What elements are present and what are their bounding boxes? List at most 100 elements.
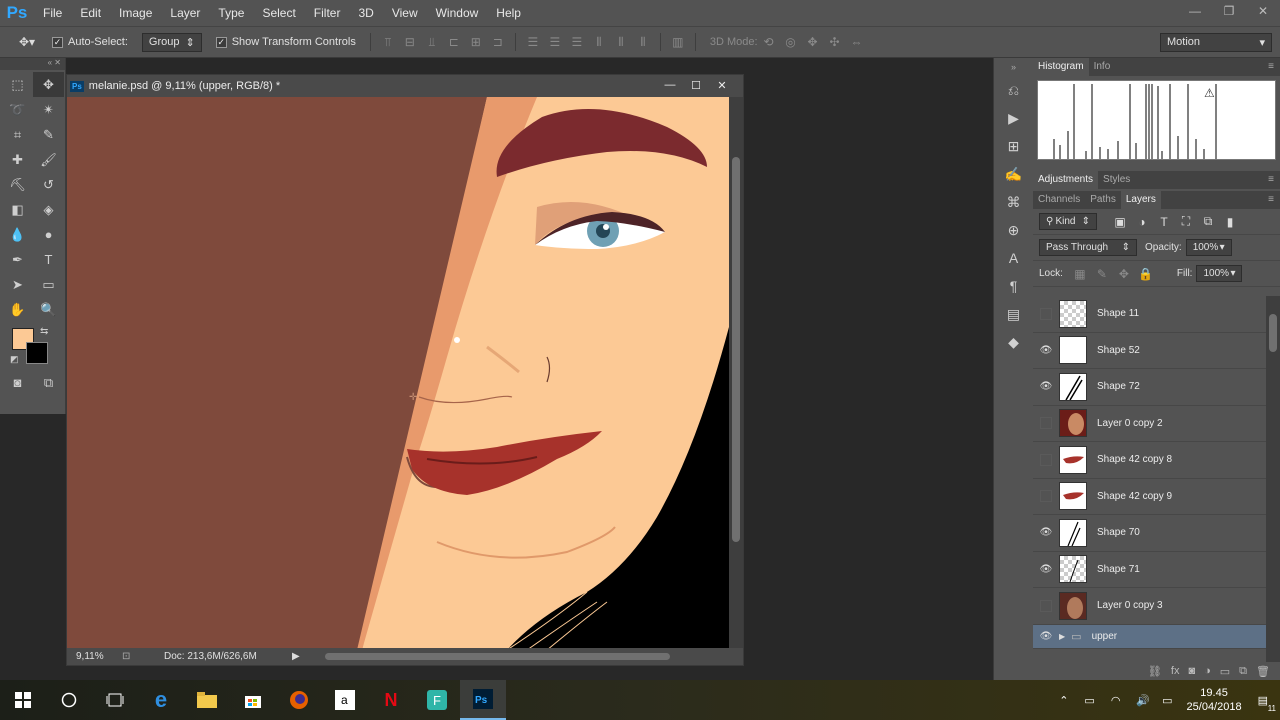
distribute-vcenter-icon[interactable]: ☰ — [546, 35, 564, 49]
task-view-icon[interactable] — [92, 680, 138, 720]
menu-view[interactable]: View — [383, 0, 427, 26]
crop-tool-icon[interactable]: ⌗ — [2, 122, 33, 147]
tab-histogram[interactable]: Histogram — [1033, 58, 1089, 76]
distribute-bottom-icon[interactable]: ☰ — [568, 35, 586, 49]
visibility-toggle[interactable] — [1040, 599, 1052, 612]
layer-row[interactable]: 👁 Shape 70 — [1033, 515, 1266, 552]
3d-scale-icon[interactable]: ⇔ — [848, 35, 866, 49]
lock-all-icon[interactable]: 🔒 — [1137, 267, 1155, 281]
new-layer-icon[interactable]: ⧉ — [1239, 665, 1247, 678]
eyedropper-tool-icon[interactable]: ✎ — [33, 122, 64, 147]
layer-row[interactable]: Shape 11 — [1033, 296, 1266, 333]
zoom-level[interactable]: 9,11% — [76, 651, 122, 662]
default-colors-icon[interactable]: ◩ — [10, 354, 19, 365]
layers-scrollbar[interactable] — [1266, 296, 1280, 662]
brush-presets-icon[interactable]: ⌘ — [994, 188, 1033, 216]
layer-row[interactable]: 👁 Shape 52 — [1033, 332, 1266, 369]
clone-stamp-tool-icon[interactable]: ⛏ — [2, 172, 33, 197]
lock-position-icon[interactable]: ✥ — [1115, 267, 1133, 281]
panel-menu-icon[interactable]: ≡ — [1268, 61, 1274, 72]
distribute-hcenter-icon[interactable]: ⦀ — [612, 35, 630, 49]
quick-mask-icon[interactable]: ◙ — [2, 370, 33, 395]
new-group-icon[interactable]: ▭ — [1220, 665, 1230, 678]
layer-filter-dropdown[interactable]: ⚲ Kind ⇕ — [1039, 213, 1097, 230]
paint-bucket-tool-icon[interactable]: ◈ — [33, 197, 64, 222]
filter-shape-icon[interactable]: ⛶ — [1177, 214, 1195, 229]
menu-3d[interactable]: 3D — [349, 0, 382, 26]
pen-tool-icon[interactable]: ✒ — [2, 247, 33, 272]
menu-window[interactable]: Window — [427, 0, 488, 26]
3d-orbit-icon[interactable]: ⟲ — [760, 35, 778, 49]
horizontal-scroll-thumb[interactable] — [325, 653, 670, 660]
eye-icon[interactable]: 👁 — [1033, 345, 1059, 356]
eye-icon[interactable]: 👁 — [1033, 527, 1059, 538]
background-color-swatch[interactable] — [26, 342, 48, 364]
menu-type[interactable]: Type — [209, 0, 253, 26]
actions-icon[interactable]: ▶ — [994, 104, 1033, 132]
swap-colors-icon[interactable]: ⇆ — [40, 326, 48, 337]
blend-mode-dropdown[interactable]: Pass Through ⇕ — [1039, 239, 1137, 256]
move-tool-icon[interactable]: ✥ — [33, 72, 64, 97]
menu-image[interactable]: Image — [110, 0, 161, 26]
eye-icon[interactable]: 👁 — [1033, 564, 1059, 575]
filter-pixel-icon[interactable]: ▣ — [1111, 215, 1129, 229]
vertical-scroll-thumb[interactable] — [732, 157, 740, 542]
filter-type-icon[interactable]: T — [1155, 215, 1173, 229]
menu-edit[interactable]: Edit — [71, 0, 110, 26]
filter-smart-object-icon[interactable]: ⧉ — [1199, 214, 1217, 229]
add-mask-icon[interactable]: ◙ — [1188, 665, 1195, 677]
layer-row[interactable]: Layer 0 copy 3 — [1033, 588, 1266, 625]
menu-help[interactable]: Help — [487, 0, 530, 26]
visibility-toggle[interactable] — [1040, 490, 1052, 503]
visibility-toggle[interactable] — [1040, 453, 1052, 466]
toolbox-collapse-icon[interactable]: « ✕ — [0, 58, 65, 70]
layer-row[interactable]: 👁 Shape 72 — [1033, 369, 1266, 406]
paragraph-icon[interactable]: ¶ — [994, 272, 1033, 300]
transform-controls-option[interactable]: ✓ Show Transform Controls — [215, 36, 356, 48]
clock[interactable]: 19.45 25/04/2018 — [1187, 686, 1242, 714]
brush-tool-icon[interactable]: 🖌 — [33, 147, 64, 172]
workspace-dropdown[interactable]: Motion ▾ — [1160, 32, 1272, 52]
align-hcenter-icon[interactable]: ⊞ — [467, 35, 485, 49]
align-left-icon[interactable]: ⊏ — [445, 35, 463, 49]
auto-align-icon[interactable]: ▥ — [669, 35, 687, 49]
new-adjustment-icon[interactable]: ◑ — [1204, 665, 1211, 677]
canvas-horizontal-scrollbar[interactable] — [315, 652, 735, 661]
dodge-tool-icon[interactable]: ● — [33, 222, 64, 247]
doc-minimize-button[interactable]: — — [657, 75, 683, 95]
layer-row[interactable]: Shape 42 copy 9 — [1033, 478, 1266, 515]
align-vcenter-icon[interactable]: ⊟ — [401, 35, 419, 49]
auto-select-dropdown[interactable]: Group ⇕ — [141, 32, 202, 52]
history-brush-tool-icon[interactable]: ↺ — [33, 172, 64, 197]
file-explorer-icon[interactable] — [184, 680, 230, 720]
3d-slide-icon[interactable]: ✣ — [826, 35, 844, 49]
store-icon[interactable] — [230, 680, 276, 720]
cortana-search-icon[interactable] — [46, 680, 92, 720]
brush-icon[interactable]: ✍ — [994, 160, 1033, 188]
3d-roll-icon[interactable]: ◎ — [782, 35, 800, 49]
volume-icon[interactable]: 🔊 — [1136, 694, 1150, 707]
menu-file[interactable]: File — [34, 0, 71, 26]
blur-tool-icon[interactable]: 💧 — [2, 222, 33, 247]
wifi-icon[interactable]: ◠ — [1111, 694, 1121, 707]
panel-menu-icon[interactable]: ≡ — [1268, 174, 1274, 185]
align-top-icon[interactable]: ⫪ — [379, 35, 397, 49]
doc-maximize-button[interactable]: ☐ — [683, 75, 709, 95]
type-tool-icon[interactable]: T — [33, 247, 64, 272]
hand-tool-icon[interactable]: ✋ — [2, 297, 33, 322]
distribute-right-icon[interactable]: ⦀ — [634, 35, 652, 49]
expand-panels-icon[interactable]: » — [994, 58, 1033, 76]
lock-pixels-icon[interactable]: ✎ — [1093, 267, 1111, 281]
visibility-toggle[interactable] — [1040, 417, 1052, 430]
amazon-icon[interactable]: a — [322, 680, 368, 720]
tab-adjustments[interactable]: Adjustments — [1033, 171, 1099, 189]
layer-row[interactable]: 👁 Shape 71 — [1033, 551, 1266, 588]
menu-filter[interactable]: Filter — [305, 0, 350, 26]
firefox-icon[interactable] — [276, 680, 322, 720]
distribute-top-icon[interactable]: ☰ — [524, 35, 542, 49]
properties-icon[interactable]: ⊞ — [994, 132, 1033, 160]
fill-input[interactable]: 100% ▾ — [1196, 265, 1243, 282]
lock-transparent-icon[interactable]: ▦ — [1071, 267, 1089, 281]
auto-select-checkbox[interactable]: ✓ — [52, 36, 63, 48]
status-menu-arrow-icon[interactable]: ▶ — [292, 651, 300, 662]
